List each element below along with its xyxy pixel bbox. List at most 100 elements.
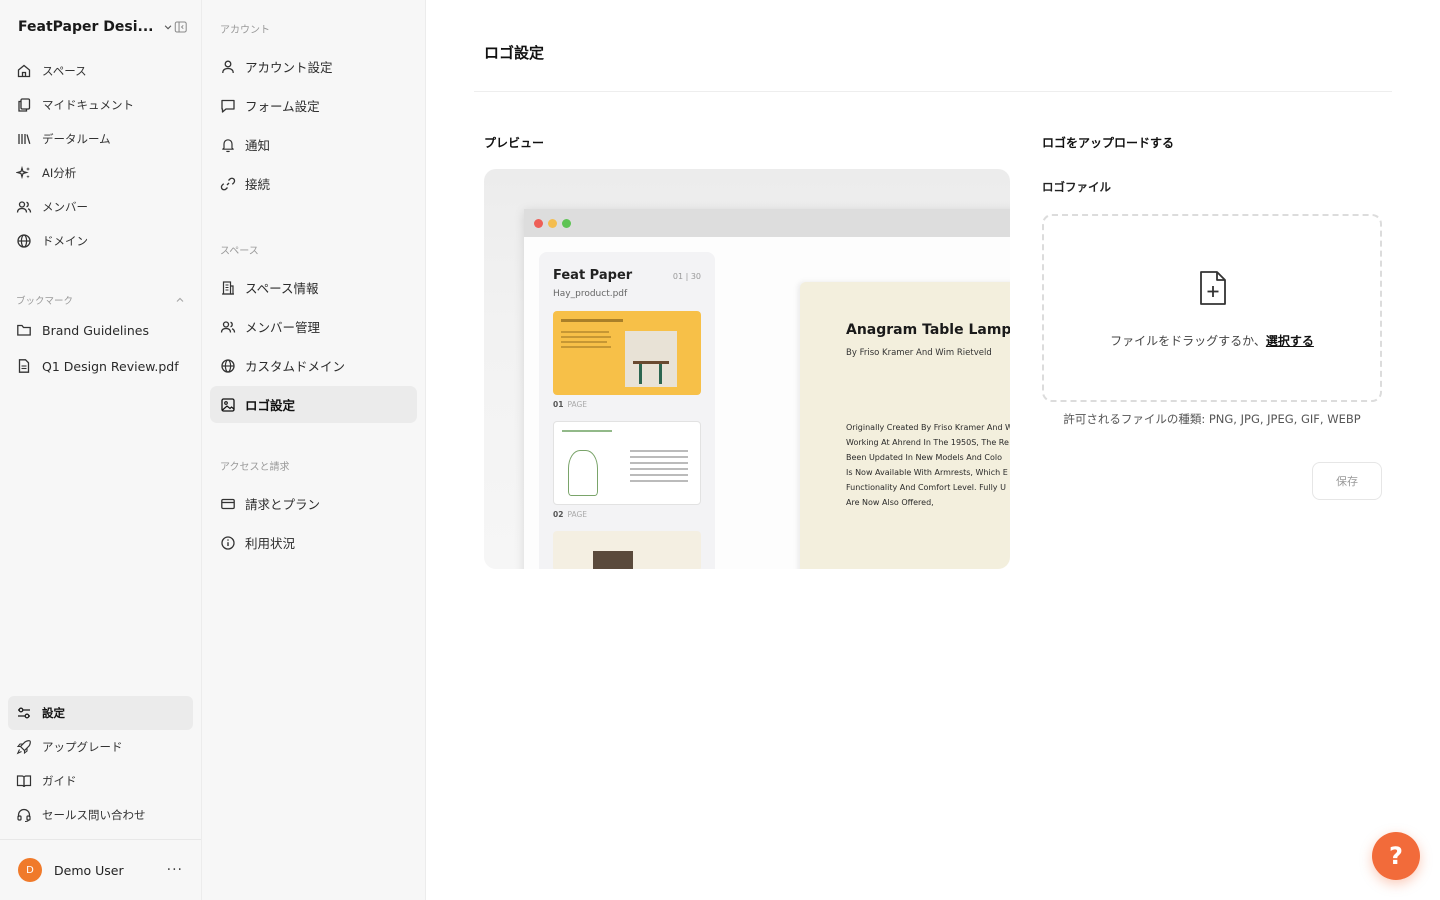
save-button[interactable]: 保存 <box>1312 462 1382 500</box>
preview-pdf-panel: Feat Paper 01 | 30 Hay_product.pdf 01 PA… <box>539 252 715 569</box>
globe-icon <box>220 358 236 374</box>
subnav-item-space-info[interactable]: スペース情報 <box>210 269 417 306</box>
sparkles-icon <box>16 165 32 181</box>
sidebar-item-label: セールス問い合わせ <box>42 808 146 822</box>
sidebar-item-sales-contact[interactable]: セールス問い合わせ <box>8 798 193 832</box>
book-icon <box>16 773 32 789</box>
logo-preview-card: Feat Paper 01 | 30 Hay_product.pdf 01 PA… <box>484 169 1010 569</box>
globe-icon <box>16 233 32 249</box>
file-plus-icon <box>1200 271 1226 305</box>
bookmarks-header[interactable]: ブックマーク <box>0 288 201 312</box>
users-icon <box>16 199 32 215</box>
subnav-item-usage[interactable]: 利用状況 <box>210 524 417 561</box>
sidebar-item-members[interactable]: メンバー <box>8 190 193 224</box>
chevron-up-icon[interactable] <box>175 295 185 305</box>
maximize-dot-icon <box>562 218 571 228</box>
preview-thumbnail-1 <box>553 311 701 395</box>
subnav-item-label: 通知 <box>245 138 271 153</box>
avatar: D <box>18 858 42 882</box>
subnav-item-form-settings[interactable]: フォーム設定 <box>210 87 417 124</box>
preview-browser-window: Feat Paper 01 | 30 Hay_product.pdf 01 PA… <box>524 209 1010 569</box>
sidebar-item-domain[interactable]: ドメイン <box>8 224 193 258</box>
subnav-item-notifications[interactable]: 通知 <box>210 126 417 163</box>
sidebar-toggle-icon[interactable] <box>174 19 187 35</box>
subnav-item-label: フォーム設定 <box>245 99 320 114</box>
subnav-item-logo-settings[interactable]: ロゴ設定 <box>210 386 417 423</box>
select-file-link[interactable]: 選択する <box>1266 334 1314 348</box>
main-nav: スペース マイドキュメント データルーム AI分析 メンバー ドメイン <box>0 54 201 258</box>
bookmark-q1-design-review[interactable]: Q1 Design Review.pdf <box>8 348 193 384</box>
app-root: FeatPaper Desi... スペース マイドキュメント データルーム A… <box>0 0 1440 900</box>
more-options-icon[interactable]: ··· <box>167 862 183 878</box>
workspace-header[interactable]: FeatPaper Desi... <box>0 0 201 54</box>
logo-dropzone[interactable]: ファイルをドラッグするか、選択する <box>1042 214 1382 402</box>
subnav-section-title: アクセスと請求 <box>220 461 290 473</box>
user-menu[interactable]: D Demo User ··· <box>0 839 201 900</box>
preview-label: プレビュー <box>484 136 545 150</box>
subnav-item-label: 利用状況 <box>245 536 296 551</box>
divider <box>474 91 1392 92</box>
sidebar-item-label: 設定 <box>42 706 65 720</box>
subnav-section-title: スペース <box>220 245 259 257</box>
sidebar-item-settings[interactable]: 設定 <box>8 696 193 730</box>
sidebar: FeatPaper Desi... スペース マイドキュメント データルーム A… <box>0 0 202 900</box>
message-square-icon <box>220 98 236 114</box>
home-icon <box>16 63 32 79</box>
subnav-item-label: スペース情報 <box>245 281 319 296</box>
subnav-item-connections[interactable]: 接続 <box>210 165 417 202</box>
logo-file-label: ロゴファイル <box>1042 180 1111 194</box>
bookmarks-title: ブックマーク <box>16 296 74 307</box>
sidebar-item-label: AI分析 <box>42 166 77 180</box>
subnav-item-label: 請求とプラン <box>245 497 321 512</box>
chevron-down-icon[interactable] <box>163 21 173 33</box>
workspace-name: FeatPaper Desi... <box>18 19 154 35</box>
preview-document-page: Anagram Table Lamp By Friso Kramer And W… <box>800 282 1010 569</box>
subnav-item-label: アカウント設定 <box>245 60 333 75</box>
subnav-item-label: カスタムドメイン <box>245 359 346 374</box>
sidebar-item-label: メンバー <box>42 200 88 214</box>
close-dot-icon <box>534 218 543 228</box>
subnav-item-custom-domain[interactable]: カスタムドメイン <box>210 347 417 384</box>
image-icon <box>220 397 236 413</box>
sidebar-item-label: ドメイン <box>42 234 88 248</box>
sidebar-item-my-documents[interactable]: マイドキュメント <box>8 88 193 122</box>
subnav-item-label: メンバー管理 <box>245 320 321 335</box>
subnav-item-label: 接続 <box>245 177 271 192</box>
subnav-section-title: アカウント <box>220 24 270 36</box>
info-icon <box>220 535 236 551</box>
sidebar-item-space[interactable]: スペース <box>8 54 193 88</box>
rocket-icon <box>16 739 32 755</box>
bookmark-label: Q1 Design Review.pdf <box>42 358 179 374</box>
settings-subnav: アカウント アカウント設定 フォーム設定 通知 接続 スペース スペース情報 メ… <box>202 0 426 900</box>
sidebar-item-label: アップグレード <box>42 740 123 754</box>
documents-icon <box>16 97 32 113</box>
preview-thumbnail-2 <box>553 421 701 505</box>
bookmarks-list: Brand Guidelines Q1 Design Review.pdf <box>0 312 201 384</box>
file-icon <box>16 358 32 374</box>
preview-file-name: Hay_product.pdf <box>553 289 628 299</box>
sidebar-item-label: スペース <box>42 64 87 78</box>
user-name: Demo User <box>54 862 124 878</box>
subnav-item-member-management[interactable]: メンバー管理 <box>210 308 417 345</box>
page-title: ロゴ設定 <box>484 44 545 62</box>
sidebar-item-guide[interactable]: ガイド <box>8 764 193 798</box>
bell-icon <box>220 137 236 153</box>
preview-doc-title: Anagram Table Lamp <box>846 322 1010 338</box>
link-icon <box>220 176 236 192</box>
sidebar-item-ai-analysis[interactable]: AI分析 <box>8 156 193 190</box>
subnav-item-billing-plan[interactable]: 請求とプラン <box>210 485 417 522</box>
sliders-icon <box>16 705 32 721</box>
help-button[interactable]: ? <box>1372 832 1420 880</box>
subnav-item-account-settings[interactable]: アカウント設定 <box>210 48 417 85</box>
sidebar-item-upgrade[interactable]: アップグレード <box>8 730 193 764</box>
users-icon <box>220 319 236 335</box>
minimize-dot-icon <box>548 218 557 228</box>
thumbnail-label: 02 PAGE <box>553 510 588 519</box>
sidebar-item-data-room[interactable]: データルーム <box>8 122 193 156</box>
allowed-file-types: 許可されるファイルの種類: PNG, JPG, JPEG, GIF, WEBP <box>1063 412 1361 426</box>
subnav-item-label: ロゴ設定 <box>245 398 296 413</box>
preview-page-count: 01 | 30 <box>672 272 701 281</box>
bookmark-brand-guidelines[interactable]: Brand Guidelines <box>8 312 193 348</box>
headset-icon <box>16 807 32 823</box>
preview-doc-subtitle: By Friso Kramer And Wim Rietveld <box>846 348 992 358</box>
